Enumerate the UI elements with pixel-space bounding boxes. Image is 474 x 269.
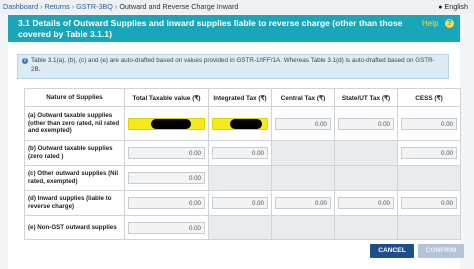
integrated-cell: 4 [208, 106, 272, 141]
row-label: (e) Non-GST outward supplies [24, 215, 125, 240]
state-cell: 0.00 [334, 106, 398, 141]
taxable-value-input[interactable]: 0.00 [128, 147, 205, 159]
disabled-cell [271, 215, 335, 240]
row-label: (d) Inward supplies (liable to reverse c… [24, 190, 125, 216]
top-bar: Dashboard › Returns › GSTR-3BQ › Outward and R… [0, 0, 474, 14]
row-label: (c) Other outward supplies (Nil rated, e… [24, 165, 125, 191]
redaction-mark [230, 118, 262, 129]
disabled-cell [208, 215, 272, 240]
integrated-tax-input[interactable]: 0.00 [212, 147, 268, 159]
header-integrated: Integrated Tax (₹) [208, 88, 272, 107]
breadcrumb-gstr3bq[interactable]: GSTR-3BQ [76, 2, 113, 11]
header-central: Central Tax (₹) [271, 88, 335, 107]
cess-input[interactable]: 0.00 [401, 147, 457, 159]
info-note: i Table 3.1(a), (b), (c) and (e) are aut… [17, 54, 449, 79]
info-note-text: Table 3.1(a), (b), (c) and (e) are auto-… [31, 57, 435, 73]
taxable-value-input[interactable]: 0.00 [128, 221, 205, 234]
table-header-row: Nature of Supplies Total Taxable value (… [24, 88, 461, 107]
disabled-cell [208, 165, 272, 191]
disabled-cell [334, 140, 398, 166]
header-nature: Nature of Supplies [24, 88, 125, 107]
disabled-cell [334, 215, 398, 240]
taxable-cell: 4 [124, 106, 209, 141]
language-label: English [444, 2, 468, 11]
breadcrumb-returns[interactable]: Returns [45, 2, 70, 11]
help-link[interactable]: Help [422, 19, 438, 28]
cancel-button[interactable]: CANCEL [370, 244, 414, 258]
help-icon[interactable]: ? [445, 19, 454, 28]
cess-cell: 0.00 [397, 106, 461, 141]
central-tax-input[interactable]: 0.00 [275, 197, 331, 209]
redaction-mark [150, 118, 191, 129]
disabled-cell [271, 140, 335, 166]
info-icon: i [22, 58, 28, 64]
cess-input[interactable]: 0.00 [401, 117, 457, 130]
state-tax-input[interactable]: 0.00 [338, 117, 394, 130]
panel-header: 3.1 Details of Outward Supplies and inwa… [8, 15, 460, 42]
row-label: (b) Outward taxable supplies (zero rated… [24, 140, 125, 166]
breadcrumb-current: Outward and Reverse Charge Inward [119, 2, 239, 11]
header-cess: CESS (₹) [397, 88, 461, 107]
central-cell: 0.00 [271, 106, 335, 141]
breadcrumb-dashboard[interactable]: Dashboard [3, 2, 38, 11]
cess-input[interactable]: 0.00 [401, 197, 457, 209]
table-row: (a) Outward taxable supplies (other than… [24, 106, 461, 141]
state-tax-input[interactable]: 0.00 [338, 197, 394, 209]
supplies-table: Nature of Supplies Total Taxable value (… [24, 88, 461, 240]
integrated-tax-input[interactable]: 0.00 [212, 197, 268, 209]
disabled-cell [397, 215, 461, 240]
language-selector[interactable]: ● English [438, 0, 468, 15]
confirm-button[interactable]: CONFIRM [418, 244, 464, 258]
disabled-cell [271, 165, 335, 191]
breadcrumb: Dashboard › Returns › GSTR-3BQ › Outward and R… [3, 0, 238, 14]
taxable-value-input[interactable]: 0.00 [128, 172, 205, 184]
disabled-cell [334, 165, 398, 191]
table-row: (b) Outward taxable supplies (zero rated… [24, 140, 461, 166]
table-row: (e) Non-GST outward supplies 0.00 [24, 215, 461, 240]
taxable-value-input[interactable]: 0.00 [128, 197, 205, 209]
header-taxable: Total Taxable value (₹) [124, 88, 209, 107]
table-row: (d) Inward supplies (liable to reverse c… [24, 190, 461, 216]
row-label: (a) Outward taxable supplies (other than… [24, 106, 125, 141]
central-tax-input[interactable]: 0.00 [275, 117, 331, 130]
table-row: (c) Other outward supplies (Nil rated, e… [24, 165, 461, 191]
header-state: State/UT Tax (₹) [334, 88, 398, 107]
globe-icon: ● [438, 4, 443, 11]
panel-title: 3.1 Details of Outward Supplies and inwa… [18, 18, 403, 39]
disabled-cell [397, 165, 461, 191]
